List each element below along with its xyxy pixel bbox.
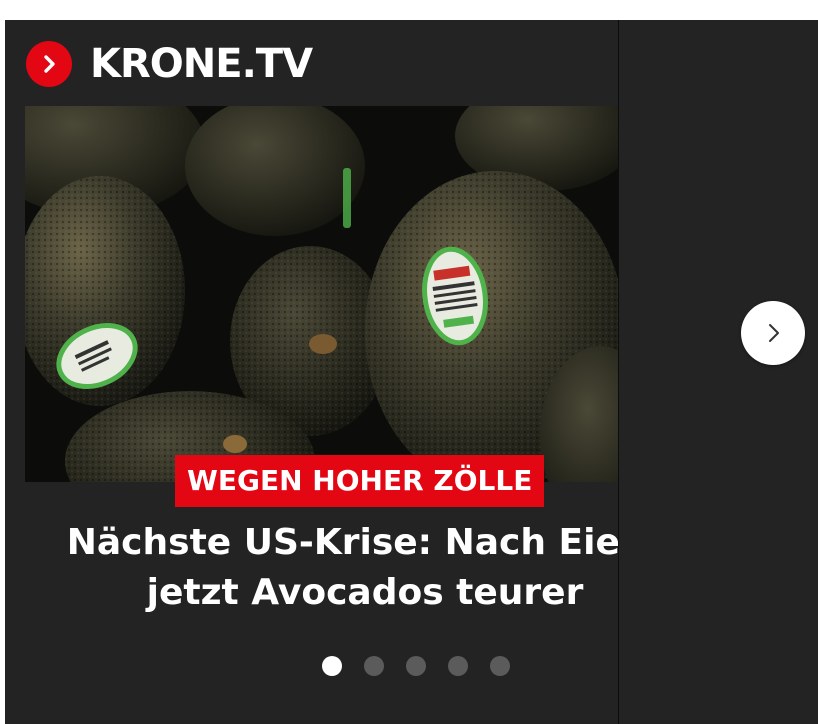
slide-headline-line-2: jetzt Avocados teurer xyxy=(146,572,584,613)
carousel-dot-1[interactable] xyxy=(322,656,342,676)
brand-name: KRONE.TV xyxy=(90,41,313,87)
slide-image-avocados[interactable] xyxy=(25,106,619,482)
carousel-dot-4[interactable] xyxy=(448,656,468,676)
slide-divider xyxy=(618,20,619,724)
carousel-dot-3[interactable] xyxy=(406,656,426,676)
brand-header[interactable]: KRONE.TV xyxy=(26,40,313,88)
slide-headline[interactable]: Nächste US-Krise: Nach Eiern jetzt Avoca… xyxy=(55,518,619,618)
krone-tv-widget: KRONE.TV WEGEN HOHER ZÖLLE Nächste US-Kr… xyxy=(5,20,818,724)
carousel-slide[interactable]: WEGEN HOHER ZÖLLE Nächste US-Krise: Nach… xyxy=(25,106,619,724)
krone-logo-icon xyxy=(26,41,72,87)
carousel-next-button[interactable] xyxy=(741,301,805,365)
carousel-pagination xyxy=(322,656,510,676)
carousel-dot-2[interactable] xyxy=(364,656,384,676)
slide-headline-line-1: Nächste US-Krise: Nach Eiern xyxy=(66,522,619,563)
chevron-right-icon xyxy=(769,324,779,342)
slide-kicker[interactable]: WEGEN HOHER ZÖLLE xyxy=(175,455,545,507)
carousel-dot-5[interactable] xyxy=(490,656,510,676)
